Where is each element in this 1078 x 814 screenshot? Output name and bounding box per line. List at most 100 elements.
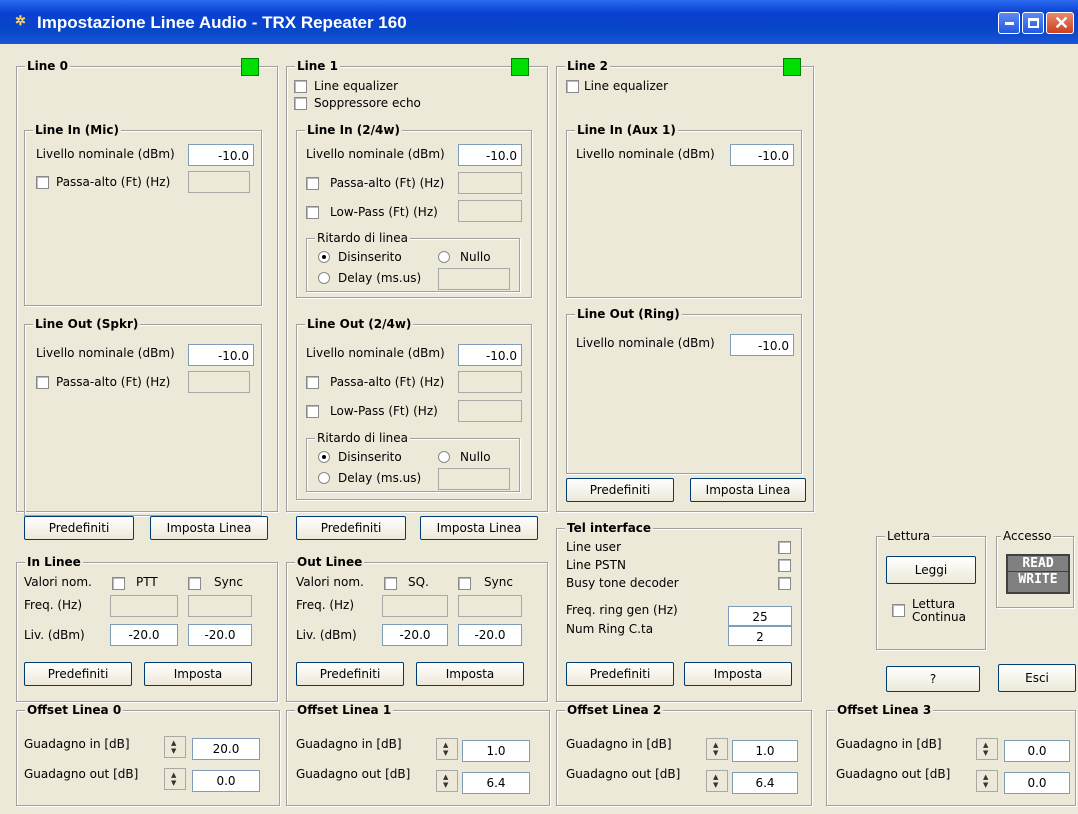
offset1-gain-in-label: Guadagno in [dB]: [296, 737, 402, 751]
title-bar: ✲ Impostazione Linee Audio - TRX Repeate…: [0, 0, 1078, 44]
line1-out-delay-field[interactable]: [438, 468, 510, 490]
line1-title: Line 1: [295, 59, 340, 73]
offset0-gain-out-spinner[interactable]: ▲ ▼: [164, 768, 186, 790]
tel-freq-ring-field[interactable]: 25: [728, 606, 792, 626]
line2-imposta-linea-button[interactable]: Imposta Linea: [690, 478, 806, 502]
in-linee-freq2-field[interactable]: [188, 595, 252, 617]
line1-in-delay-field[interactable]: [438, 268, 510, 290]
in-linee-liv1-field[interactable]: -20.0: [110, 624, 178, 646]
offset0-gain-out-field[interactable]: 0.0: [192, 770, 260, 792]
help-button[interactable]: ?: [886, 666, 980, 692]
minimize-button[interactable]: [998, 12, 1020, 34]
line2-in-level-field[interactable]: -10.0: [730, 144, 794, 166]
offset2-gain-out-field[interactable]: 6.4: [732, 772, 798, 794]
offset0-gain-in-field[interactable]: 20.0: [192, 738, 260, 760]
line2-predefiniti-button[interactable]: Predefiniti: [566, 478, 674, 502]
line1-out-highpass-label: Passa-alto (Ft) (Hz): [330, 375, 445, 389]
tel-num-ring-label: Num Ring C.ta: [566, 622, 654, 636]
offset0-gain-in-spinner[interactable]: ▲ ▼: [164, 736, 186, 758]
out-linee-sync-checkbox[interactable]: [458, 577, 471, 590]
tel-interface-title: Tel interface: [565, 521, 654, 535]
line1-predefiniti-button[interactable]: Predefiniti: [296, 516, 406, 540]
line1-in-highpass-field[interactable]: [458, 172, 522, 194]
line1-out-nullo-radio[interactable]: [438, 451, 450, 463]
lettura-continua-checkbox[interactable]: [892, 604, 905, 617]
out-linee-freq2-field[interactable]: [458, 595, 522, 617]
offset3-gain-out-spinner[interactable]: ▲ ▼: [976, 770, 998, 792]
close-button[interactable]: ✕: [1046, 12, 1074, 34]
line1-echo-checkbox[interactable]: [294, 97, 307, 110]
line1-echo-label: Soppressore echo: [314, 96, 421, 110]
line1-in-disinserito-radio[interactable]: [318, 251, 330, 263]
offset3-gain-in-spinner[interactable]: ▲ ▼: [976, 738, 998, 760]
line0-imposta-linea-button[interactable]: Imposta Linea: [150, 516, 268, 540]
out-linee-liv1-field[interactable]: -20.0: [382, 624, 448, 646]
line0-in-level-label: Livello nominale (dBm): [36, 147, 175, 161]
line1-out-delay-radio[interactable]: [318, 472, 330, 484]
tel-line-user-label: Line user: [566, 540, 621, 554]
line1-out-disinserito-radio[interactable]: [318, 451, 330, 463]
line2-equalizer-checkbox[interactable]: [566, 80, 579, 93]
offset1-gain-in-field[interactable]: 1.0: [462, 740, 530, 762]
in-linee-imposta-button[interactable]: Imposta: [144, 662, 252, 686]
tel-busy-tone-checkbox[interactable]: [778, 577, 791, 590]
line1-in-lowpass-field[interactable]: [458, 200, 522, 222]
line1-in-nullo-label: Nullo: [460, 250, 491, 264]
out-linee-sq-checkbox[interactable]: [384, 577, 397, 590]
in-linee-liv2-field[interactable]: -20.0: [188, 624, 252, 646]
tel-line-user-checkbox[interactable]: [778, 541, 791, 554]
out-linee-liv2-field[interactable]: -20.0: [458, 624, 522, 646]
line1-out-level-field[interactable]: -10.0: [458, 344, 522, 366]
line1-out-highpass-field[interactable]: [458, 371, 522, 393]
out-linee-freq-label: Freq. (Hz): [296, 598, 355, 612]
line0-out-highpass-checkbox[interactable]: [36, 376, 49, 389]
exit-button[interactable]: Esci: [998, 664, 1076, 692]
line1-in-highpass-checkbox[interactable]: [306, 177, 319, 190]
line1-out-highpass-checkbox[interactable]: [306, 376, 319, 389]
window-title: Impostazione Linee Audio - TRX Repeater …: [37, 13, 407, 32]
out-linee-freq1-field[interactable]: [382, 595, 448, 617]
in-linee-sync-checkbox[interactable]: [188, 577, 201, 590]
out-linee-imposta-button[interactable]: Imposta: [416, 662, 524, 686]
line0-out-level-field[interactable]: -10.0: [188, 344, 254, 366]
offset3-gain-out-field[interactable]: 0.0: [1004, 772, 1070, 794]
tel-imposta-button[interactable]: Imposta: [684, 662, 792, 686]
line0-in-level-field[interactable]: -10.0: [188, 144, 254, 166]
out-linee-predefiniti-button[interactable]: Predefiniti: [296, 662, 404, 686]
offset2-gain-in-spinner[interactable]: ▲ ▼: [706, 738, 728, 760]
leggi-button[interactable]: Leggi: [886, 556, 976, 584]
line1-in-delay-radio[interactable]: [318, 272, 330, 284]
in-linee-predefiniti-button[interactable]: Predefiniti: [24, 662, 132, 686]
offset2-gain-out-spinner[interactable]: ▲ ▼: [706, 770, 728, 792]
line1-in-nullo-radio[interactable]: [438, 251, 450, 263]
line0-in-highpass-field[interactable]: [188, 171, 250, 193]
line1-status-led: [511, 58, 529, 76]
line1-in-level-field[interactable]: -10.0: [458, 144, 522, 166]
maximize-button[interactable]: [1022, 12, 1044, 34]
line0-in-title: Line In (Mic): [33, 123, 121, 137]
offset2-gain-in-field[interactable]: 1.0: [732, 740, 798, 762]
line1-in-delay-title: Ritardo di linea: [315, 231, 411, 245]
offset1-gain-in-spinner[interactable]: ▲ ▼: [436, 738, 458, 760]
offset2-gain-out-label: Guadagno out [dB]: [566, 767, 681, 781]
line1-equalizer-checkbox[interactable]: [294, 80, 307, 93]
line0-out-highpass-field[interactable]: [188, 371, 250, 393]
line1-imposta-linea-button[interactable]: Imposta Linea: [420, 516, 538, 540]
in-linee-ptt-checkbox[interactable]: [112, 577, 125, 590]
offset1-gain-out-field[interactable]: 6.4: [462, 772, 530, 794]
line1-out-lowpass-field[interactable]: [458, 400, 522, 422]
app-icon: ✲: [15, 13, 26, 28]
in-linee-freq1-field[interactable]: [110, 595, 178, 617]
out-linee-sq-label: SQ.: [408, 575, 429, 589]
line0-in-highpass-checkbox[interactable]: [36, 176, 49, 189]
offset1-gain-out-spinner[interactable]: ▲ ▼: [436, 770, 458, 792]
in-linee-valori-label: Valori nom.: [24, 575, 92, 589]
tel-num-ring-field[interactable]: 2: [728, 626, 792, 646]
tel-predefiniti-button[interactable]: Predefiniti: [566, 662, 674, 686]
tel-line-pstn-checkbox[interactable]: [778, 559, 791, 572]
line1-in-lowpass-checkbox[interactable]: [306, 206, 319, 219]
line0-predefiniti-button[interactable]: Predefiniti: [24, 516, 134, 540]
line1-out-lowpass-checkbox[interactable]: [306, 405, 319, 418]
line2-out-level-field[interactable]: -10.0: [730, 334, 794, 356]
offset3-gain-in-field[interactable]: 0.0: [1004, 740, 1070, 762]
